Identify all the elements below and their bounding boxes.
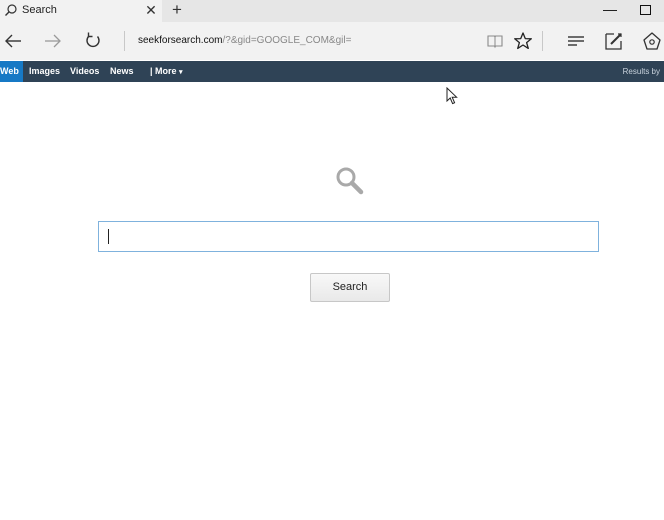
new-tab-button[interactable]: + bbox=[168, 0, 186, 20]
tab-close-button[interactable]: ✕ bbox=[144, 2, 158, 18]
text-caret bbox=[108, 229, 109, 244]
url-query: /?&gid=GOOGLE_COM&gil= bbox=[222, 35, 352, 46]
maximize-button[interactable] bbox=[640, 5, 651, 15]
refresh-icon[interactable] bbox=[82, 30, 104, 52]
nav-news[interactable]: News bbox=[110, 61, 134, 82]
url-domain: seekforsearch.com bbox=[138, 35, 223, 46]
address-bar: seekforsearch.com/?&gid=GOOGLE_COM&gil= bbox=[0, 22, 664, 60]
results-by-label: Results by bbox=[622, 67, 660, 76]
title-bar: Search ✕ + — bbox=[0, 0, 664, 22]
forward-arrow-icon[interactable] bbox=[42, 30, 64, 52]
back-arrow-icon[interactable] bbox=[2, 30, 24, 52]
tab-title: Search bbox=[22, 4, 57, 16]
nav-web[interactable]: Web bbox=[0, 61, 23, 82]
browser-tab[interactable]: Search ✕ bbox=[0, 0, 162, 22]
reading-view-icon[interactable] bbox=[484, 30, 506, 52]
hub-icon[interactable] bbox=[565, 30, 587, 52]
chevron-down-icon: ▾ bbox=[179, 69, 183, 76]
nav-videos[interactable]: Videos bbox=[70, 61, 99, 82]
nav-more-label: | More bbox=[150, 66, 177, 76]
minimize-button[interactable]: — bbox=[600, 0, 620, 20]
search-icon bbox=[5, 4, 17, 16]
nav-more[interactable]: | More ▾ bbox=[150, 61, 183, 82]
nav-images[interactable]: Images bbox=[29, 61, 60, 82]
magnifier-icon bbox=[336, 167, 364, 195]
mouse-pointer-icon bbox=[446, 87, 458, 105]
favorite-star-icon[interactable] bbox=[512, 30, 534, 52]
url-separator bbox=[124, 31, 125, 51]
search-button[interactable]: Search bbox=[310, 273, 390, 302]
toolbar-separator bbox=[542, 31, 543, 51]
search-nav-bar: Web Images Videos News | More ▾ Results … bbox=[0, 61, 664, 82]
web-note-icon[interactable] bbox=[603, 30, 625, 52]
url-field[interactable]: seekforsearch.com/?&gid=GOOGLE_COM&gil= bbox=[138, 35, 351, 46]
search-input[interactable] bbox=[98, 221, 599, 252]
share-icon[interactable] bbox=[641, 30, 663, 52]
